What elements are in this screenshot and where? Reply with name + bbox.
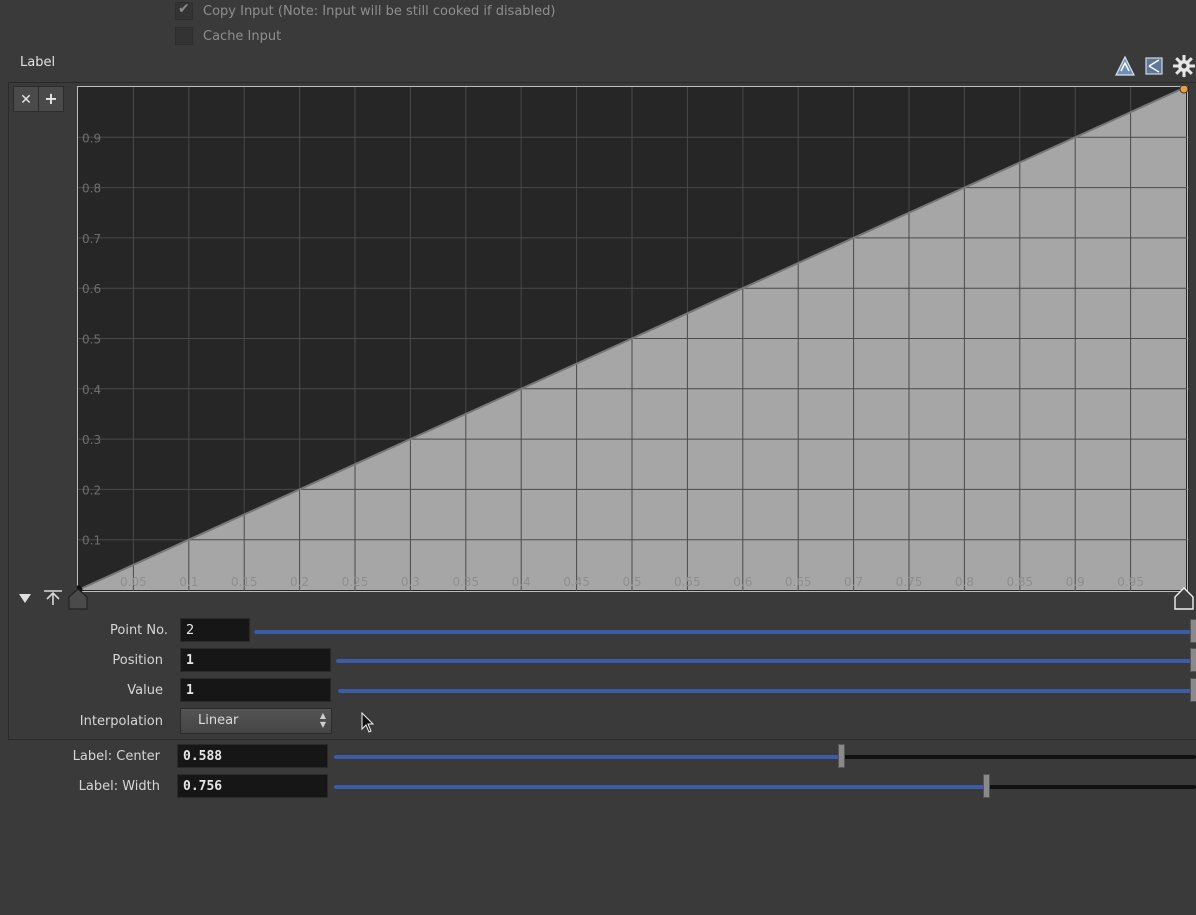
mouse-cursor-icon (361, 712, 375, 733)
x-tick-label: 0.5 (622, 575, 641, 589)
label-center-label: Label: Center (72, 749, 160, 764)
value-slider-knob[interactable] (1190, 678, 1196, 702)
x-tick-label: 0.3 (401, 575, 420, 589)
point-no-label: Point No. (110, 623, 168, 638)
copy-input-checkbox[interactable]: ✔ (175, 1, 193, 20)
value-field[interactable]: 1 (180, 678, 331, 702)
x-tick-label: 0.4 (512, 575, 531, 589)
cache-input-checkbox[interactable] (175, 27, 193, 45)
x-tick-label: 0.75 (896, 575, 923, 589)
position-slider[interactable] (336, 648, 1196, 672)
x-tick-label: 0.15 (231, 575, 258, 589)
label-center-field[interactable]: 0.588 (177, 744, 328, 768)
check-icon: ✔ (178, 1, 190, 17)
x-tick-label: 0.8 (955, 575, 974, 589)
position-slider-fill (336, 659, 1196, 663)
y-tick-label: 0.3 (82, 433, 101, 447)
x-tick-label: 0.05 (120, 575, 147, 589)
point-handle-end[interactable] (1173, 585, 1196, 611)
label-width-slider[interactable] (334, 774, 1196, 798)
y-tick-label: 0.1 (82, 534, 101, 548)
value-slider-fill (338, 689, 1196, 693)
point-no-slider-fill (254, 630, 1196, 634)
cache-input-row[interactable]: Cache Input (175, 26, 281, 46)
x-tick-label: 0.55 (674, 575, 701, 589)
plus-icon: + (44, 89, 58, 108)
label-width-label: Label: Width (78, 779, 160, 794)
x-tick-label: 0.95 (1117, 575, 1144, 589)
y-tick-label: 0.4 (82, 383, 101, 397)
y-tick-label: 0.2 (82, 483, 101, 497)
y-tick-label: 0.9 (82, 131, 101, 145)
interpolation-dropdown[interactable]: Linear ▲ ▼ (180, 708, 332, 734)
position-label: Position (112, 653, 163, 668)
remove-point-button[interactable]: ✕ (13, 86, 39, 112)
updown-arrows-icon: ▲ ▼ (319, 711, 326, 729)
y-tick-label: 0.8 (82, 182, 101, 196)
copy-input-row[interactable]: ✔ Copy Input (Note: Input will be still … (175, 1, 556, 21)
y-tick-label: 0.5 (82, 333, 101, 347)
label-center-slider[interactable] (334, 744, 1196, 768)
zoom-reset-icon[interactable] (1144, 54, 1166, 78)
x-tick-label: 0.65 (785, 575, 812, 589)
interpolation-label: Interpolation (79, 714, 163, 729)
close-icon: ✕ (20, 92, 32, 108)
x-tick-label: 0.25 (342, 575, 369, 589)
gear-icon[interactable] (1172, 54, 1196, 78)
interpolation-value: Linear (198, 713, 239, 728)
pin-icon[interactable] (42, 589, 64, 607)
point-no-slider-knob[interactable] (1190, 619, 1196, 643)
position-field[interactable]: 1 (180, 648, 331, 672)
position-slider-knob[interactable] (1190, 648, 1196, 672)
y-tick-label: 0.6 (82, 282, 101, 296)
x-tick-label: 0.85 (1006, 575, 1033, 589)
value-label: Value (127, 683, 163, 698)
label-center-slider-fill (334, 755, 841, 759)
x-tick-label: 0.2 (290, 575, 309, 589)
ramp-control-point (1179, 86, 1189, 94)
copy-input-label: Copy Input (Note: Input will be still co… (203, 3, 556, 19)
x-tick-label: 0.7 (844, 575, 863, 589)
x-tick-label: 0.1 (179, 575, 198, 589)
x-tick-label: 0.9 (1066, 575, 1085, 589)
label-center-slider-knob[interactable] (837, 744, 845, 768)
label-width-slider-fill (334, 785, 986, 789)
cache-input-label: Cache Input (203, 28, 282, 44)
x-tick-label: 0.35 (452, 575, 479, 589)
label-width-field[interactable]: 0.756 (177, 774, 328, 798)
value-slider[interactable] (338, 678, 1196, 702)
ramp-label: Label (20, 55, 56, 70)
y-tick-label: 0.7 (82, 232, 101, 246)
point-handle-start[interactable] (67, 585, 89, 611)
label-width-slider-knob[interactable] (982, 774, 990, 798)
ramp-graph[interactable]: 0.05 0.1 0.15 0.2 0.25 0.3 0.35 0.4 0.45 0.5 0.55 0… (77, 86, 1189, 592)
point-no-field[interactable]: 2 (180, 618, 250, 642)
x-tick-label: 0.45 (563, 575, 590, 589)
point-no-slider[interactable] (254, 619, 1196, 643)
add-point-button[interactable]: + (38, 86, 64, 112)
zoom-fit-icon[interactable] (1114, 54, 1136, 78)
x-tick-label: 0.6 (733, 575, 752, 589)
collapse-triangle-icon[interactable] (18, 591, 34, 605)
